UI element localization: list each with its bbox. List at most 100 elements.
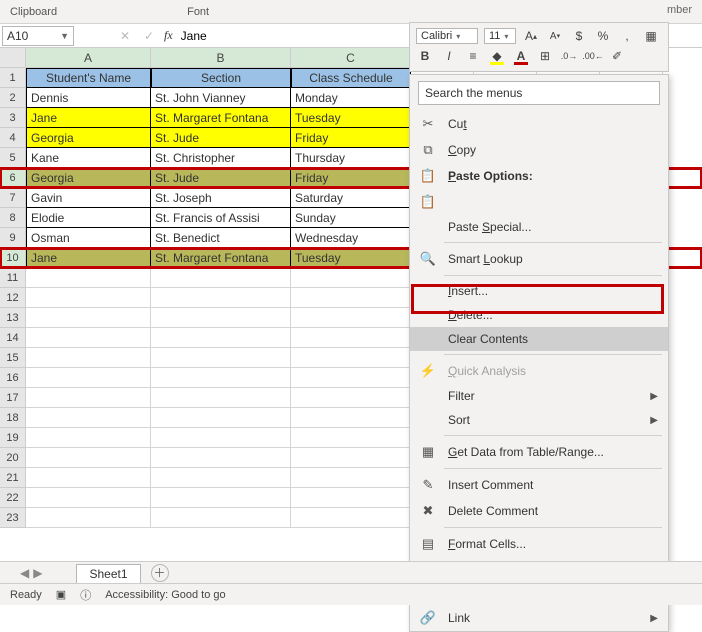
font-color-icon[interactable]: A [512, 47, 530, 65]
name-box[interactable]: A10 ▼ [2, 26, 74, 46]
cell[interactable] [291, 508, 411, 528]
cell-section[interactable]: St. Margaret Fontana [151, 248, 291, 268]
cell[interactable] [26, 408, 151, 428]
context-menu-item[interactable]: Clear Contents [410, 327, 668, 351]
cell[interactable] [151, 388, 291, 408]
cell-name[interactable]: Elodie [26, 208, 151, 228]
row-header[interactable]: 4 [0, 128, 26, 148]
tab-next-icon[interactable]: ▶ [33, 566, 42, 580]
bold-icon[interactable]: B [416, 47, 434, 65]
cell[interactable] [26, 428, 151, 448]
tab-prev-icon[interactable]: ◀ [20, 566, 29, 580]
accounting-format-icon[interactable]: $ [570, 27, 588, 45]
context-menu-item[interactable]: ✂Cut [410, 111, 668, 137]
cell[interactable] [291, 408, 411, 428]
cell-schedule[interactable]: Sunday [291, 208, 411, 228]
cell[interactable] [26, 288, 151, 308]
sheet-tab-1[interactable]: Sheet1 [76, 564, 140, 583]
borders-drop-icon[interactable]: ⊞ [536, 47, 554, 65]
context-menu-item[interactable]: 📋Paste Options: [410, 163, 668, 189]
cell-schedule[interactable]: Tuesday [291, 248, 411, 268]
chevron-down-icon[interactable]: ▼ [60, 31, 69, 41]
row-header[interactable]: 7 [0, 188, 26, 208]
context-menu-item[interactable]: Paste Special... [410, 215, 668, 239]
accessibility-icon[interactable]: ⓘ [80, 587, 91, 603]
context-menu-item[interactable]: ▦Get Data from Table/Range... [410, 439, 668, 465]
fx-icon[interactable]: fx [164, 28, 173, 43]
cell[interactable] [26, 468, 151, 488]
fill-color-icon[interactable]: ◆ [488, 47, 506, 65]
cell-schedule[interactable]: Saturday [291, 188, 411, 208]
row-header[interactable]: 1 [0, 68, 26, 88]
row-header[interactable]: 17 [0, 388, 26, 408]
cell-schedule[interactable]: Monday [291, 88, 411, 108]
decimal-dec-icon[interactable]: .00← [584, 47, 602, 65]
cell[interactable] [26, 268, 151, 288]
cell[interactable] [291, 488, 411, 508]
cell-name[interactable]: Jane [26, 248, 151, 268]
row-header[interactable]: 22 [0, 488, 26, 508]
cell[interactable] [151, 268, 291, 288]
cell[interactable] [151, 448, 291, 468]
format-painter-icon[interactable]: ✐ [608, 47, 626, 65]
context-menu-item[interactable]: 🔍Smart Lookup [410, 246, 668, 272]
context-menu-search[interactable]: Search the menus [418, 81, 660, 105]
cell[interactable] [291, 368, 411, 388]
cell[interactable] [151, 288, 291, 308]
context-menu-item[interactable]: Sort▶ [410, 408, 668, 432]
enter-formula-icon[interactable]: ✓ [140, 27, 158, 45]
cell-section[interactable]: St. Margaret Fontana [151, 108, 291, 128]
percent-format-icon[interactable]: % [594, 27, 612, 45]
cell[interactable] [26, 448, 151, 468]
context-menu-item[interactable]: ▤Format Cells... [410, 531, 668, 557]
context-menu-item[interactable]: 🔗Link▶ [410, 605, 668, 631]
cell-name[interactable]: Jane [26, 108, 151, 128]
cell[interactable] [26, 388, 151, 408]
increase-font-icon[interactable]: A▴ [522, 27, 540, 45]
cell-section[interactable]: St. Benedict [151, 228, 291, 248]
decrease-font-icon[interactable]: A▾ [546, 27, 564, 45]
cell[interactable] [291, 448, 411, 468]
cell[interactable] [151, 348, 291, 368]
cell-name[interactable]: Georgia [26, 128, 151, 148]
row-header[interactable]: 21 [0, 468, 26, 488]
cell-section[interactable]: St. Francis of Assisi [151, 208, 291, 228]
cell[interactable] [26, 308, 151, 328]
cell[interactable] [151, 488, 291, 508]
cell[interactable] [291, 348, 411, 368]
cell-section[interactable]: St. John Vianney [151, 88, 291, 108]
cell-section[interactable]: St. Jude [151, 168, 291, 188]
row-header[interactable]: 16 [0, 368, 26, 388]
cell-section[interactable]: St. Christopher [151, 148, 291, 168]
row-header[interactable]: 3 [0, 108, 26, 128]
decimal-inc-icon[interactable]: .0→ [560, 47, 578, 65]
context-menu-item[interactable]: Filter▶ [410, 384, 668, 408]
cell-name[interactable]: Kane [26, 148, 151, 168]
row-header[interactable]: 15 [0, 348, 26, 368]
cell-name[interactable]: Osman [26, 228, 151, 248]
row-header[interactable]: 23 [0, 508, 26, 528]
row-header[interactable]: 18 [0, 408, 26, 428]
cell-schedule[interactable]: Thursday [291, 148, 411, 168]
cell[interactable] [151, 328, 291, 348]
row-header[interactable]: 2 [0, 88, 26, 108]
row-header[interactable]: 13 [0, 308, 26, 328]
cancel-formula-icon[interactable]: ✕ [116, 27, 134, 45]
col-header-A[interactable]: A [26, 48, 151, 68]
row-header[interactable]: 9 [0, 228, 26, 248]
font-name-select[interactable]: Calibri▾ [416, 28, 478, 44]
context-menu-item[interactable]: ✎Insert Comment [410, 472, 668, 498]
cell[interactable] [26, 368, 151, 388]
context-menu-item[interactable]: ✖Delete Comment [410, 498, 668, 524]
context-menu-item[interactable]: Insert... [410, 279, 668, 303]
cell-schedule[interactable]: Wednesday [291, 228, 411, 248]
cell[interactable] [291, 288, 411, 308]
cell[interactable] [151, 468, 291, 488]
row-header[interactable]: 8 [0, 208, 26, 228]
cell[interactable] [26, 328, 151, 348]
row-header[interactable]: 14 [0, 328, 26, 348]
comma-format-icon[interactable]: , [618, 27, 636, 45]
cell-schedule[interactable]: Tuesday [291, 108, 411, 128]
cell-section[interactable]: St. Joseph [151, 188, 291, 208]
row-header[interactable]: 6 [0, 168, 26, 188]
